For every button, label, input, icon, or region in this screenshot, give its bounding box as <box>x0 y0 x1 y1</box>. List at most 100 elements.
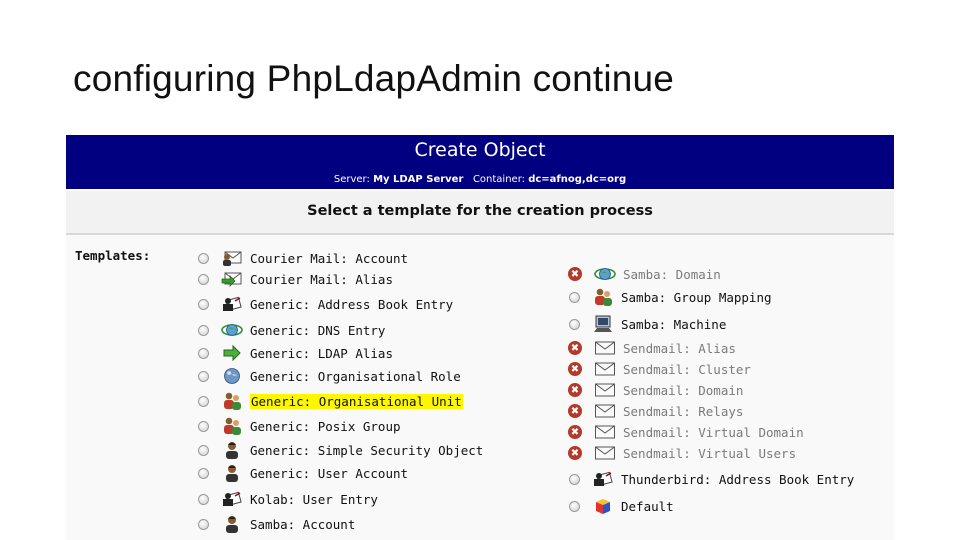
template-option[interactable]: Generic: Address Book Entry <box>198 294 453 314</box>
disabled-icon: ✖ <box>568 383 582 397</box>
template-radio[interactable] <box>198 420 209 432</box>
template-option[interactable]: Courier Mail: Account <box>198 248 408 268</box>
panel-title: Create Object <box>414 139 546 161</box>
disabled-icon: ✖ <box>568 404 582 418</box>
template-label: Samba: Group Mapping <box>621 289 772 305</box>
template-option[interactable]: Samba: Group Mapping <box>569 287 772 307</box>
template-label: Generic: Posix Group <box>250 418 401 434</box>
envelope-icon <box>594 401 616 421</box>
template-label: Generic: Address Book Entry <box>250 296 454 312</box>
template-option[interactable]: Samba: Machine <box>569 314 726 334</box>
template-label: Samba: Account <box>250 516 356 532</box>
template-label: Sendmail: Cluster <box>623 361 751 377</box>
template-label: Generic: Simple Security Object <box>250 442 484 458</box>
user-mail-icon <box>221 248 243 268</box>
template-radio[interactable] <box>198 395 209 407</box>
template-option: ✖ Sendmail: Virtual Users <box>568 443 797 463</box>
computer-icon <box>592 314 614 334</box>
template-radio[interactable] <box>569 473 580 485</box>
default-object-icon <box>592 496 614 516</box>
server-value: My LDAP Server <box>373 174 464 185</box>
template-label: Samba: Domain <box>623 266 721 282</box>
template-label: Generic: User Account <box>250 465 409 481</box>
template-radio[interactable] <box>198 370 209 382</box>
template-label: Sendmail: Relays <box>623 403 744 419</box>
template-label: Generic: Organisational Unit <box>250 393 463 409</box>
divider <box>66 189 894 191</box>
user-icon <box>221 440 243 460</box>
panel-header: Create Object Server: My LDAP Server Con… <box>66 135 894 189</box>
template-label: Courier Mail: Alias <box>250 271 393 287</box>
disabled-icon: ✖ <box>568 425 582 439</box>
dns-globe-icon <box>594 264 616 284</box>
envelope-icon <box>594 380 616 400</box>
templates-area <box>66 235 894 540</box>
template-option[interactable]: Generic: DNS Entry <box>198 320 385 340</box>
template-label: Generic: Organisational Role <box>250 368 461 384</box>
template-radio[interactable] <box>198 298 209 310</box>
template-radio[interactable] <box>198 467 209 479</box>
green-arrow-icon <box>221 343 243 363</box>
template-radio[interactable] <box>569 318 580 330</box>
template-option: ✖ Sendmail: Cluster <box>568 359 751 379</box>
template-radio[interactable] <box>198 444 209 456</box>
dns-globe-icon <box>221 320 243 340</box>
template-label: Sendmail: Virtual Domain <box>623 424 804 440</box>
template-option[interactable]: Generic: Posix Group <box>198 416 401 436</box>
template-option[interactable]: Default <box>569 496 674 516</box>
instruction-heading: Select a template for the creation proce… <box>307 203 653 219</box>
template-option[interactable]: Generic: Simple Security Object <box>198 440 483 460</box>
template-label: Generic: LDAP Alias <box>250 345 393 361</box>
create-object-panel: Create Object Server: My LDAP Server Con… <box>66 135 894 540</box>
template-option[interactable]: Courier Mail: Alias <box>198 269 393 289</box>
template-label: Courier Mail: Account <box>250 250 409 266</box>
template-option[interactable]: Generic: User Account <box>198 463 408 483</box>
template-radio[interactable] <box>198 493 209 505</box>
template-radio[interactable] <box>198 347 209 359</box>
server-info: Server: My LDAP Server Container: dc=afn… <box>66 174 894 185</box>
template-label: Generic: DNS Entry <box>250 322 386 338</box>
disabled-icon: ✖ <box>568 446 582 460</box>
container-value: dc=afnog,dc=org <box>528 174 627 185</box>
template-radio[interactable] <box>569 500 580 512</box>
template-option[interactable]: Generic: LDAP Alias <box>198 343 393 363</box>
template-label: Thunderbird: Address Book Entry <box>621 471 855 487</box>
template-option[interactable]: Generic: Organisational Unit <box>198 391 463 411</box>
user-icon <box>221 514 243 534</box>
template-radio[interactable] <box>198 252 209 264</box>
template-option[interactable]: Thunderbird: Address Book Entry <box>569 469 854 489</box>
template-radio[interactable] <box>198 518 209 530</box>
group-icon <box>221 391 243 411</box>
template-option: ✖ Sendmail: Domain <box>568 380 744 400</box>
envelope-icon <box>594 338 616 358</box>
envelope-icon <box>594 359 616 379</box>
templates-label: Templates: <box>75 248 151 263</box>
server-label: Server: <box>333 174 370 185</box>
template-radio[interactable] <box>198 273 209 285</box>
address-book-icon <box>592 469 614 489</box>
mail-forward-icon <box>221 269 243 289</box>
template-option: ✖ Sendmail: Alias <box>568 338 736 358</box>
container-label: Container: <box>472 174 525 185</box>
template-label: Sendmail: Virtual Users <box>623 445 797 461</box>
user-icon <box>221 463 243 483</box>
disabled-icon: ✖ <box>568 341 582 355</box>
globe-icon <box>221 366 243 386</box>
slide-title: configuring PhpLdapAdmin continue <box>73 58 675 99</box>
template-radio[interactable] <box>569 291 580 303</box>
template-label: Sendmail: Domain <box>623 382 744 398</box>
disabled-icon: ✖ <box>568 362 582 376</box>
template-label: Kolab: User Entry <box>250 491 378 507</box>
address-book-icon <box>221 489 243 509</box>
template-option[interactable]: Generic: Organisational Role <box>198 366 461 386</box>
template-option: ✖ Samba: Domain <box>568 264 721 284</box>
template-option: ✖ Sendmail: Virtual Domain <box>568 422 804 442</box>
template-option[interactable]: Kolab: User Entry <box>198 489 378 509</box>
template-label: Samba: Machine <box>621 316 727 332</box>
template-label: Sendmail: Alias <box>623 340 736 356</box>
envelope-icon <box>594 443 616 463</box>
template-radio[interactable] <box>198 324 209 336</box>
template-option: ✖ Sendmail: Relays <box>568 401 744 421</box>
template-option[interactable]: Samba: Account <box>198 514 355 534</box>
envelope-icon <box>594 422 616 442</box>
